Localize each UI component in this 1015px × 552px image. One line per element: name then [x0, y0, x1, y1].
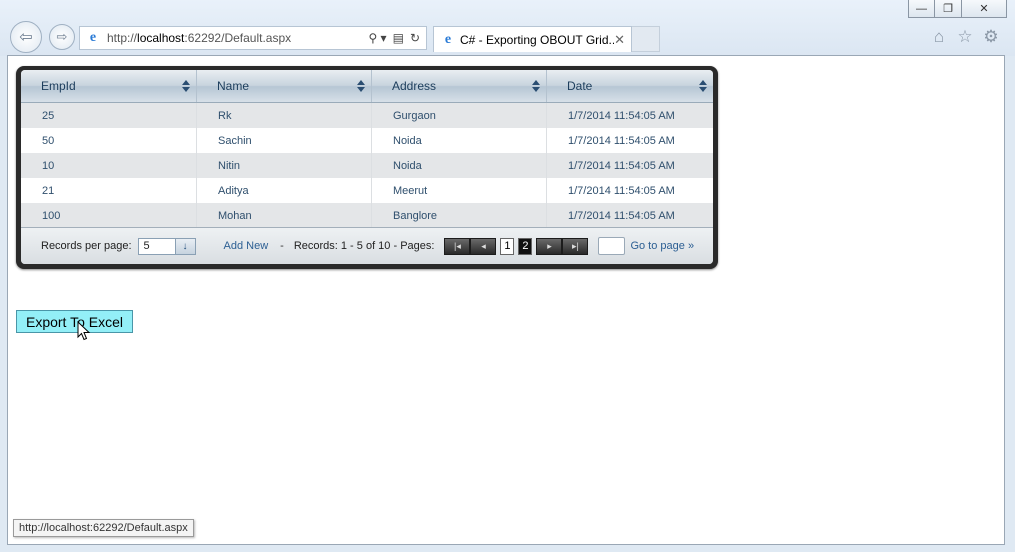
records-per-page-value: 5 — [143, 240, 150, 252]
last-page-icon[interactable]: ▸| — [562, 237, 589, 255]
new-tab-button[interactable] — [632, 26, 660, 52]
cell-date: 1/7/2014 11:54:05 AM — [568, 209, 675, 222]
grid-body: EmpId Name Address Date 25 Rk Gurgaon 1/… — [21, 70, 713, 264]
column-header-label: EmpId — [41, 79, 76, 93]
page-number[interactable]: 2 — [518, 237, 533, 255]
cell-address: Noida — [372, 153, 547, 178]
tab-close-icon[interactable]: ✕ — [614, 32, 625, 48]
cell-empid: 50 — [21, 128, 197, 153]
cell-empid: 21 — [21, 178, 197, 203]
cell-name: Sachin — [197, 128, 372, 153]
records-per-page-select[interactable]: 5 ↓ — [137, 237, 196, 255]
records-info: Records: 1 - 5 of 10 - Pages: — [293, 240, 435, 252]
status-bar-url: http://localhost:62292/Default.aspx — [13, 519, 194, 537]
column-header-empid[interactable]: EmpId — [21, 70, 197, 102]
grid-header: EmpId Name Address Date — [21, 70, 713, 103]
cell-name: Aditya — [197, 178, 372, 203]
browser-toolbar-right: ⌂ ☆ ⚙ — [929, 27, 1001, 47]
minimize-button[interactable]: — — [908, 0, 935, 18]
cell-name: Rk — [197, 103, 372, 128]
table-row[interactable]: 10 Nitin Noida 1/7/2014 11:54:05 AM — [21, 153, 713, 178]
back-arrow-icon: ⇦ — [19, 29, 33, 46]
dropdown-arrow-icon[interactable]: ↓ — [174, 238, 195, 254]
sort-icon[interactable] — [357, 80, 365, 92]
address-url[interactable]: http://localhost:62292/Default.aspx — [107, 31, 368, 45]
forward-button[interactable]: ⇨ — [49, 24, 75, 50]
column-header-address[interactable]: Address — [372, 70, 547, 102]
column-header-label: Address — [392, 79, 437, 93]
cell-address: Meerut — [372, 178, 547, 203]
sort-icon[interactable] — [182, 80, 190, 92]
forward-arrow-icon: ⇨ — [56, 29, 68, 44]
settings-gear-icon[interactable]: ⚙ — [981, 27, 1001, 47]
add-new-link[interactable]: Add New — [224, 240, 269, 252]
page-number-current[interactable]: 1 — [500, 237, 515, 255]
cell-empid: 25 — [21, 103, 197, 128]
compatibility-view-icon[interactable]: ▤ — [393, 31, 404, 45]
column-header-label: Name — [217, 79, 250, 93]
pager-next-group: ▸ ▸| — [536, 237, 589, 255]
window-controls: — ❐ ✕ — [908, 0, 1007, 18]
mouse-cursor-icon — [77, 321, 91, 341]
table-row[interactable]: 100 Mohan Banglore 1/7/2014 11:54:05 AM — [21, 203, 713, 228]
page-viewport: EmpId Name Address Date 25 Rk Gurgaon 1/… — [7, 55, 1005, 545]
grid-footer: Records per page: 5 ↓ Add New - Records:… — [21, 227, 713, 264]
favorites-star-icon[interactable]: ☆ — [955, 27, 975, 47]
column-header-date[interactable]: Date — [547, 70, 713, 102]
sort-icon[interactable] — [532, 80, 540, 92]
table-row[interactable]: 50 Sachin Noida 1/7/2014 11:54:05 AM — [21, 128, 713, 153]
go-to-page-input[interactable] — [598, 237, 626, 255]
first-page-icon[interactable]: |◂ — [444, 237, 471, 255]
ie-page-icon: e — [89, 30, 97, 45]
browser-chrome: — ❐ ✕ ⇦ ⇨ e http://localhost:62292/Defau… — [0, 0, 1015, 56]
ie-tab-icon: e — [444, 31, 452, 47]
cell-date: 1/7/2014 11:54:05 AM — [568, 184, 675, 197]
obout-grid: EmpId Name Address Date 25 Rk Gurgaon 1/… — [16, 66, 718, 269]
cell-address: Noida — [372, 128, 547, 153]
table-row[interactable]: 21 Aditya Meerut 1/7/2014 11:54:05 AM — [21, 178, 713, 203]
home-icon[interactable]: ⌂ — [929, 27, 949, 47]
back-button[interactable]: ⇦ — [10, 21, 42, 53]
cell-date: 1/7/2014 11:54:05 AM — [568, 134, 675, 147]
tab-title: C# - Exporting OBOUT Grid... — [460, 32, 615, 47]
cell-empid: 100 — [21, 203, 197, 228]
sort-icon[interactable] — [699, 80, 707, 92]
browser-tab[interactable]: e C# - Exporting OBOUT Grid... ✕ — [433, 26, 632, 52]
column-header-label: Date — [567, 79, 593, 93]
pager: |◂ ◂ 1 2 ▸ ▸| — [440, 237, 589, 255]
address-bar[interactable]: e http://localhost:62292/Default.aspx ⚲ … — [79, 26, 427, 50]
cell-name: Nitin — [197, 153, 372, 178]
column-header-name[interactable]: Name — [197, 70, 372, 102]
cell-address: Gurgaon — [372, 103, 547, 128]
cell-empid: 10 — [21, 153, 197, 178]
cell-date: 1/7/2014 11:54:05 AM — [568, 109, 675, 122]
maximize-button[interactable]: ❐ — [935, 0, 962, 18]
pager-prev-group: |◂ ◂ — [444, 237, 497, 255]
refresh-icon[interactable]: ↻ — [410, 31, 420, 45]
table-row[interactable]: 25 Rk Gurgaon 1/7/2014 11:54:05 AM — [21, 103, 713, 128]
search-dropdown-icon[interactable]: ⚲ ▾ — [368, 31, 386, 45]
cell-address: Banglore — [372, 203, 547, 228]
next-page-icon[interactable]: ▸ — [536, 237, 563, 255]
records-per-page-label: Records per page: — [41, 240, 132, 252]
cell-date: 1/7/2014 11:54:05 AM — [568, 159, 675, 172]
close-window-button[interactable]: ✕ — [962, 0, 1007, 18]
go-to-page-link[interactable]: Go to page » — [630, 240, 694, 252]
footer-separator: - — [280, 240, 284, 252]
export-to-excel-button[interactable]: Export To Excel — [16, 310, 133, 333]
previous-page-icon[interactable]: ◂ — [470, 237, 497, 255]
cell-name: Mohan — [197, 203, 372, 228]
